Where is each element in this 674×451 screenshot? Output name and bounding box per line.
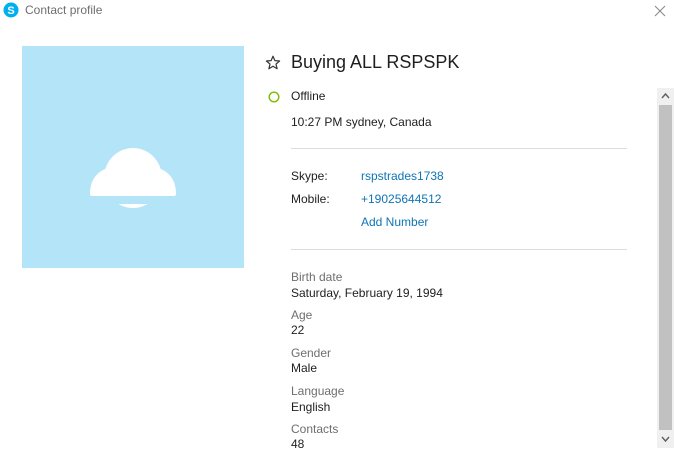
window-title: Contact profile (25, 3, 103, 17)
close-button[interactable] (650, 1, 670, 21)
skype-name-link[interactable]: rspstrades1738 (361, 169, 444, 183)
skype-icon: S (3, 2, 19, 18)
contact-display-name: Buying ALL RSPSPK (291, 52, 460, 72)
scroll-up-arrow-icon[interactable] (657, 88, 674, 104)
mobile-label: Mobile: (291, 192, 330, 206)
detail-label-age: Age (291, 308, 313, 322)
skype-label: Skype: (291, 169, 328, 183)
mobile-number-link[interactable]: +19025644512 (361, 192, 441, 206)
title-bar: S Contact profile (0, 0, 674, 22)
divider (291, 249, 627, 250)
detail-label-birth-date: Birth date (291, 270, 343, 284)
detail-value-contacts: 48 (291, 437, 305, 451)
status-text: Offline (291, 89, 326, 103)
status-offline-icon (268, 91, 280, 103)
scroll-down-arrow-icon[interactable] (657, 431, 674, 447)
avatar (22, 46, 244, 268)
svg-text:S: S (7, 5, 14, 17)
scrollbar-thumb[interactable] (659, 105, 672, 430)
vertical-scrollbar[interactable] (657, 88, 674, 448)
divider (291, 148, 627, 149)
detail-value-gender: Male (291, 361, 318, 375)
default-avatar-icon (90, 148, 176, 208)
detail-value-birth-date: Saturday, February 19, 1994 (291, 286, 443, 300)
star-icon[interactable] (265, 55, 281, 71)
add-number-link[interactable]: Add Number (361, 215, 428, 229)
detail-label-gender: Gender (291, 346, 332, 360)
local-time: 10:27 PM sydney, Canada (291, 115, 432, 129)
detail-label-contacts: Contacts (291, 422, 339, 436)
detail-value-language: English (291, 400, 331, 414)
detail-value-age: 22 (291, 323, 305, 337)
detail-label-language: Language (291, 384, 345, 398)
